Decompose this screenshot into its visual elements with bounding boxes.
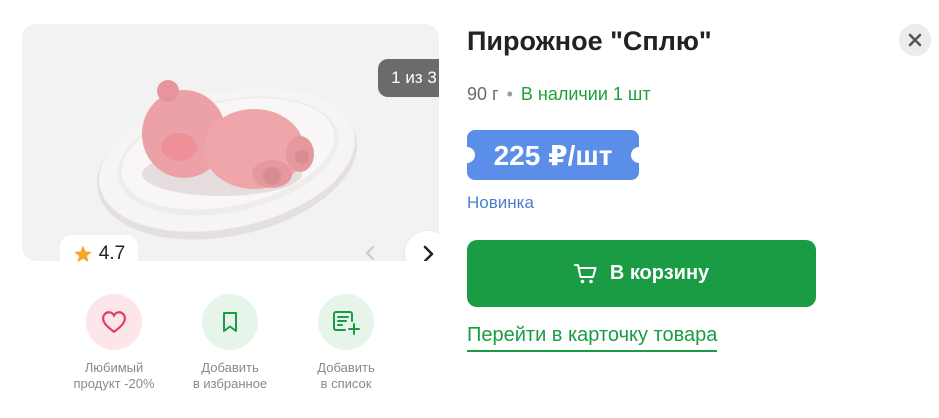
- favorite-product-action[interactable]: Любимый продукт -20%: [64, 294, 164, 392]
- close-button[interactable]: [899, 24, 931, 56]
- cart-icon: [573, 263, 597, 283]
- product-photo: [97, 80, 357, 240]
- add-to-cart-button[interactable]: В корзину: [467, 240, 816, 307]
- product-meta: 90 г • В наличии 1 шт: [467, 84, 651, 105]
- product-image-gallery[interactable]: 1 из 3: [22, 24, 439, 261]
- add-to-list-icon: [333, 311, 360, 335]
- product-title: Пирожное "Сплю": [467, 26, 712, 56]
- stock-status: В наличии 1 шт: [520, 84, 651, 104]
- meta-separator: •: [506, 84, 513, 104]
- chevron-left-icon: [366, 246, 374, 260]
- favorite-label: Любимый продукт -20%: [73, 360, 155, 391]
- price-tag: 225 ₽/шт: [459, 130, 647, 180]
- close-icon: [908, 33, 922, 47]
- bookmark-label: Добавить в избранное: [192, 360, 268, 391]
- add-to-list-button[interactable]: [318, 294, 374, 350]
- bookmark-button[interactable]: [202, 294, 258, 350]
- new-badge: Новинка: [467, 193, 534, 212]
- add-to-favorites-action[interactable]: Добавить в избранное: [180, 294, 280, 392]
- chevron-right-icon: [423, 245, 433, 261]
- product-weight: 90 г: [467, 84, 499, 104]
- star-icon: [74, 245, 92, 263]
- favorite-button[interactable]: [86, 294, 142, 350]
- add-to-cart-label: В корзину: [609, 262, 710, 284]
- bookmark-icon: [223, 312, 237, 332]
- rating-value: 4.7: [98, 243, 126, 264]
- product-card-link[interactable]: Перейти в карточку товара: [467, 324, 718, 352]
- previous-image-button[interactable]: [357, 240, 383, 261]
- image-counter: 1 из 3: [378, 59, 439, 97]
- add-to-list-action[interactable]: Добавить в список: [296, 294, 396, 392]
- rating-badge: 4.7: [60, 235, 138, 273]
- heart-icon: [102, 311, 126, 334]
- add-to-list-label: Добавить в список: [317, 360, 375, 391]
